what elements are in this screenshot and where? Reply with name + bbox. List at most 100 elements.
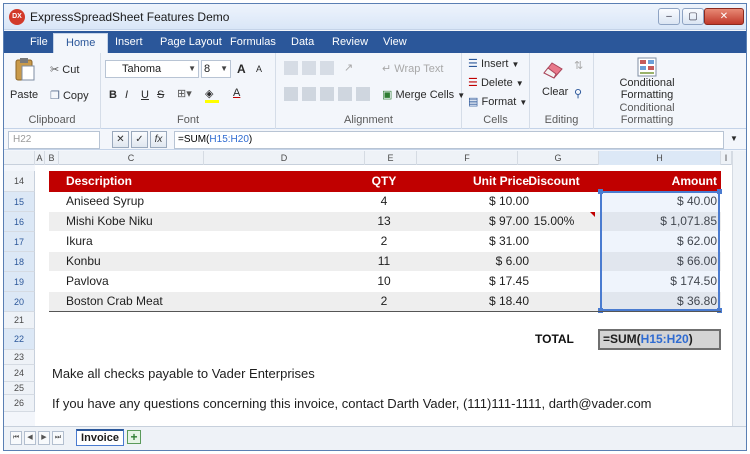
merge-cells-button[interactable]: ▣ Merge Cells ▼ <box>382 88 465 101</box>
borders-icon[interactable]: ⊞▾ <box>177 87 192 100</box>
row-header[interactable]: 15 <box>4 192 35 212</box>
item-unit-price[interactable]: $ 97.00 <box>419 212 529 231</box>
row-header[interactable]: 19 <box>4 272 35 292</box>
horizontal-align-icons[interactable] <box>284 87 374 101</box>
orientation-icon[interactable]: ↗ <box>344 61 353 74</box>
styles-group: Conditional Formatting Conditional Forma… <box>594 53 700 129</box>
item-description[interactable]: Ikura <box>66 232 93 251</box>
tab-formulas[interactable]: Formulas <box>218 33 288 53</box>
find-icon[interactable]: ⚲ <box>574 87 582 100</box>
paste-button[interactable]: Paste <box>10 57 38 101</box>
payable-note[interactable]: Make all checks payable to Vader Enterpr… <box>52 366 315 381</box>
row-header[interactable]: 20 <box>4 292 35 312</box>
sheet-tab-invoice[interactable]: Invoice <box>76 429 124 446</box>
name-box[interactable]: H22 <box>8 131 100 149</box>
selected-range[interactable] <box>598 189 722 313</box>
insert-cells-button[interactable]: ☰ Insert ▼ <box>468 57 519 70</box>
column-header[interactable]: F <box>417 151 518 165</box>
grow-font-button[interactable]: A <box>237 62 246 76</box>
item-unit-price[interactable]: $ 17.45 <box>419 272 529 291</box>
selection-handle[interactable] <box>717 189 722 194</box>
column-header[interactable]: C <box>59 151 204 165</box>
item-description[interactable]: Mishi Kobe Niku <box>66 212 153 231</box>
font-size-select[interactable]: 8 ▼ <box>201 60 231 78</box>
fill-color-button[interactable]: ◈ <box>205 87 219 103</box>
column-header[interactable]: D <box>204 151 365 165</box>
item-description[interactable]: Pavlova <box>66 272 109 291</box>
row-header[interactable]: 21 <box>4 312 35 329</box>
row-header[interactable]: 16 <box>4 212 35 232</box>
close-button[interactable]: ✕ <box>704 8 744 25</box>
tab-insert[interactable]: Insert <box>103 33 155 53</box>
font-color-button[interactable]: A <box>233 87 240 99</box>
item-unit-price[interactable]: $ 6.00 <box>419 252 529 271</box>
styles-group-label: Conditional Formatting <box>619 102 675 126</box>
item-unit-price[interactable]: $ 18.40 <box>419 292 529 311</box>
vertical-scrollbar[interactable] <box>732 151 746 426</box>
column-header[interactable]: B <box>45 151 59 165</box>
minimize-button[interactable]: – <box>658 8 680 25</box>
total-formula-cell[interactable]: =SUM(H15:H20) <box>598 329 721 350</box>
row-header[interactable]: 25 <box>4 382 35 395</box>
shrink-font-button[interactable]: A <box>256 64 262 74</box>
contact-note[interactable]: If you have any questions concerning thi… <box>52 396 652 411</box>
conditional-formatting-button[interactable]: Conditional Formatting <box>612 57 682 107</box>
header-description[interactable]: Description <box>66 171 132 192</box>
total-label[interactable]: TOTAL <box>535 332 574 346</box>
formula-input[interactable]: =SUM(H15:H20) <box>174 131 724 149</box>
column-header[interactable]: A <box>35 151 45 165</box>
add-sheet-button[interactable]: + <box>127 430 141 444</box>
item-description[interactable]: Konbu <box>66 252 101 271</box>
item-unit-price[interactable]: $ 10.00 <box>419 192 529 211</box>
cancel-formula-button[interactable]: ✕ <box>112 131 129 148</box>
clear-button[interactable]: Clear <box>538 59 568 99</box>
column-header[interactable]: I <box>721 151 732 165</box>
row-header[interactable]: 26 <box>4 395 35 412</box>
cut-button[interactable]: ✂ Cut <box>50 63 79 76</box>
strikethrough-button[interactable]: S <box>157 89 164 101</box>
column-header[interactable]: H <box>599 151 721 165</box>
item-description[interactable]: Boston Crab Meat <box>66 292 163 311</box>
expand-formula-icon[interactable]: ▼ <box>730 134 738 143</box>
row-header[interactable]: 14 <box>4 171 35 192</box>
column-header[interactable]: G <box>518 151 599 165</box>
bold-button[interactable]: B <box>109 89 117 101</box>
editing-group-label: Editing <box>544 114 579 126</box>
row-header[interactable]: 24 <box>4 365 35 382</box>
header-unit-price[interactable]: Unit Price <box>419 171 529 192</box>
item-discount[interactable]: 15.00% <box>519 212 589 231</box>
item-description[interactable]: Aniseed Syrup <box>66 192 144 211</box>
select-all-corner[interactable] <box>4 151 35 165</box>
header-amount[interactable]: Amount <box>609 171 717 192</box>
last-sheet-button[interactable]: ⏭ <box>52 431 64 445</box>
wrap-text-button[interactable]: ↵ Wrap Text <box>382 62 443 75</box>
sort-icon[interactable]: ⇅ <box>574 59 583 72</box>
font-name-select[interactable]: Tahoma ▼ <box>105 60 199 78</box>
worksheet[interactable]: Description QTY Unit Price Discount Amou… <box>35 165 746 426</box>
row-header[interactable]: 18 <box>4 252 35 272</box>
header-discount[interactable]: Discount <box>519 171 589 192</box>
prev-sheet-button[interactable]: ◀ <box>24 431 36 445</box>
item-unit-price[interactable]: $ 31.00 <box>419 232 529 251</box>
vertical-align-icons[interactable] <box>284 61 338 75</box>
next-sheet-button[interactable]: ▶ <box>38 431 50 445</box>
row-header[interactable]: 22 <box>4 329 35 350</box>
row-header[interactable]: 17 <box>4 232 35 252</box>
maximize-button[interactable]: ▢ <box>682 8 704 25</box>
delete-cells-button[interactable]: ☰ Delete ▼ <box>468 76 524 89</box>
clipboard-group-label: Clipboard <box>28 114 76 126</box>
first-sheet-button[interactable]: ⏮ <box>10 431 22 445</box>
copy-button[interactable]: ❐ Copy <box>50 89 89 102</box>
paste-label: Paste <box>10 89 39 101</box>
comment-indicator <box>590 212 595 217</box>
italic-button[interactable]: I <box>125 89 128 101</box>
row-header[interactable]: 23 <box>4 350 35 365</box>
column-header[interactable]: E <box>365 151 417 165</box>
insert-function-button[interactable]: fx <box>150 131 167 148</box>
selection-handle[interactable] <box>598 189 603 194</box>
underline-button[interactable]: U <box>141 89 149 101</box>
tab-view[interactable]: View <box>371 33 419 53</box>
tab-home[interactable]: Home <box>53 33 109 53</box>
format-cells-button[interactable]: ▤ Format ▼ <box>468 95 527 108</box>
enter-formula-button[interactable]: ✓ <box>131 131 148 148</box>
